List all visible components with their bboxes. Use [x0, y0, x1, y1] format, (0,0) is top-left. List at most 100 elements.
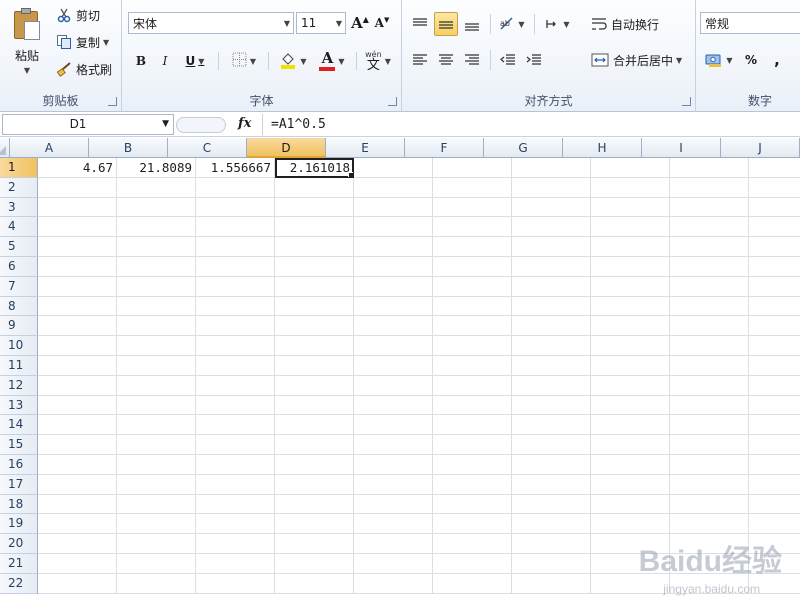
cell-f19[interactable] [433, 514, 512, 535]
paste-button[interactable]: 粘贴 ▼ [6, 4, 48, 84]
row-header-4[interactable]: 4 [0, 217, 38, 238]
cell-f15[interactable] [433, 435, 512, 455]
cell-d16[interactable] [275, 454, 354, 475]
font-size-select[interactable]: 11 ▼ [296, 12, 346, 34]
row-header-18[interactable]: 18 [0, 494, 38, 515]
cell-d19[interactable] [275, 514, 354, 535]
italic-button[interactable]: I [154, 50, 176, 72]
cell-c21[interactable] [196, 553, 275, 574]
cell-e22[interactable] [354, 573, 433, 594]
cell-h5[interactable] [591, 237, 670, 257]
cell-e18[interactable] [354, 494, 433, 515]
chevron-down-icon[interactable]: ▼ [162, 119, 169, 129]
column-header-a[interactable]: A [10, 138, 89, 158]
cell-h15[interactable] [591, 435, 670, 455]
cell-f3[interactable] [433, 197, 512, 218]
cell-b22[interactable] [117, 573, 196, 594]
align-bottom-button[interactable] [460, 12, 484, 36]
cell-a18[interactable] [38, 494, 117, 515]
cell-h12[interactable] [591, 375, 670, 396]
cell-d14[interactable] [275, 415, 354, 436]
cell-b10[interactable] [117, 336, 196, 356]
cell-f8[interactable] [433, 296, 512, 317]
cell-i7[interactable] [670, 276, 749, 297]
cell-b5[interactable] [117, 237, 196, 257]
cell-e12[interactable] [354, 375, 433, 396]
cell-g5[interactable] [512, 237, 591, 257]
cell-e19[interactable] [354, 514, 433, 535]
row-header-5[interactable]: 5 [0, 237, 38, 257]
cell-b13[interactable] [117, 395, 196, 416]
cell-f21[interactable] [433, 553, 512, 574]
column-header-g[interactable]: G [484, 138, 563, 158]
percent-style-button[interactable]: % [740, 48, 762, 72]
cell-c7[interactable] [196, 276, 275, 297]
row-header-3[interactable]: 3 [0, 197, 38, 218]
format-painter-button[interactable]: 格式刷 [52, 58, 116, 80]
cell-i11[interactable] [670, 355, 749, 376]
cell-h11[interactable] [591, 355, 670, 376]
cell-e4[interactable] [354, 217, 433, 238]
cell-a1[interactable]: 4.67 [38, 158, 117, 178]
cell-b7[interactable] [117, 276, 196, 297]
formula-input[interactable]: =A1^0.5 [262, 114, 800, 135]
cell-j16[interactable] [749, 455, 800, 475]
cell-d2[interactable] [275, 177, 354, 198]
cell-h4[interactable] [591, 217, 670, 238]
cell-g19[interactable] [512, 514, 591, 535]
row-header-2[interactable]: 2 [0, 177, 38, 198]
row-header-22[interactable]: 22 [0, 573, 38, 594]
cell-e2[interactable] [354, 177, 433, 198]
fill-color-button[interactable]: ▼ [274, 50, 312, 72]
decrease-indent-button[interactable] [496, 48, 520, 72]
cell-e3[interactable] [354, 197, 433, 218]
row-header-13[interactable]: 13 [0, 395, 38, 416]
cell-a15[interactable] [38, 435, 117, 455]
cell-e14[interactable] [354, 415, 433, 436]
cell-j10[interactable] [749, 336, 800, 356]
font-name-select[interactable]: 宋体 ▼ [128, 12, 294, 34]
cell-a3[interactable] [38, 197, 117, 218]
cell-a7[interactable] [38, 276, 117, 297]
cell-c20[interactable] [196, 534, 275, 554]
cell-a17[interactable] [38, 474, 117, 495]
cell-g18[interactable] [512, 494, 591, 515]
cell-f11[interactable] [433, 355, 512, 376]
copy-button[interactable]: 复制 ▼ [52, 31, 113, 53]
cell-c12[interactable] [196, 375, 275, 396]
cell-j14[interactable] [749, 415, 800, 436]
cell-g15[interactable] [512, 435, 591, 455]
copy-dropdown-icon[interactable]: ▼ [103, 38, 109, 47]
row-header-1[interactable]: 1 [0, 158, 38, 178]
cell-b18[interactable] [117, 494, 196, 515]
underline-button[interactable]: U ▼ [178, 50, 212, 72]
cell-d17[interactable] [275, 474, 354, 495]
cell-a12[interactable] [38, 375, 117, 396]
column-header-b[interactable]: B [89, 138, 168, 158]
cell-j2[interactable] [749, 178, 800, 198]
cell-b9[interactable] [117, 316, 196, 337]
align-left-button[interactable] [408, 48, 432, 72]
cell-h19[interactable] [591, 514, 670, 535]
cell-d8[interactable] [275, 296, 354, 317]
cell-g3[interactable] [512, 197, 591, 218]
phonetic-guide-button[interactable]: wén 文 ▼ [360, 48, 396, 74]
cell-f1[interactable] [433, 158, 512, 178]
cell-h1[interactable] [591, 158, 670, 178]
cell-h7[interactable] [591, 276, 670, 297]
cell-a9[interactable] [38, 316, 117, 337]
cell-a13[interactable] [38, 395, 117, 416]
cell-b12[interactable] [117, 375, 196, 396]
cell-e13[interactable] [354, 395, 433, 416]
cell-j4[interactable] [749, 217, 800, 238]
cell-b8[interactable] [117, 296, 196, 317]
cell-a11[interactable] [38, 355, 117, 376]
cell-d13[interactable] [275, 395, 354, 416]
cell-b6[interactable] [117, 256, 196, 277]
align-right-button[interactable] [460, 48, 484, 72]
row-header-20[interactable]: 20 [0, 534, 38, 554]
cell-j11[interactable] [749, 356, 800, 376]
cell-j19[interactable] [749, 514, 800, 535]
cell-e15[interactable] [354, 435, 433, 455]
cell-h13[interactable] [591, 395, 670, 416]
